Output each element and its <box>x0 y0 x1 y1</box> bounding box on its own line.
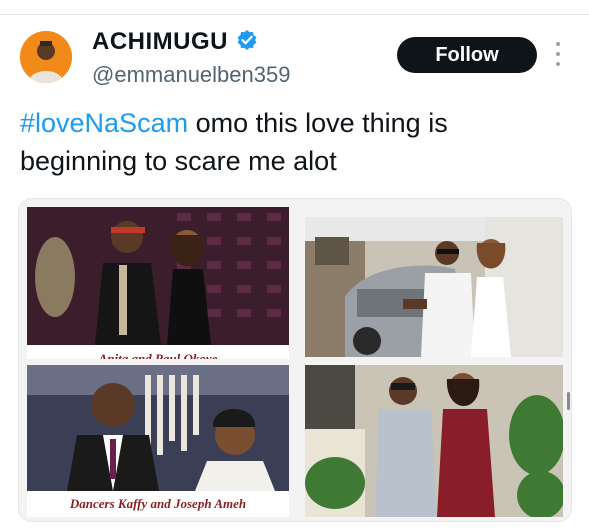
photo-bottom-right[interactable] <box>305 365 563 517</box>
hashtag-link[interactable]: #loveNaScam <box>20 108 188 138</box>
photo-bottom-left[interactable]: Dancers Kaffy and Joseph Ameh <box>27 365 289 517</box>
avatar-photo <box>20 31 72 83</box>
tweet-media-grid[interactable]: Anita and Paul Okoye Dancers Kaffy and J… <box>18 198 572 522</box>
photo-couple-red-carpet <box>27 207 289 359</box>
photo-top-right[interactable] <box>305 217 563 357</box>
photo-couple-embrace <box>305 365 563 517</box>
photo-top-left[interactable]: Anita and Paul Okoye <box>27 207 289 359</box>
caption-top-left: Anita and Paul Okoye <box>98 351 218 359</box>
author-name-row: ACHIMUGU <box>92 28 258 56</box>
author-handle[interactable]: @emmanuelben359 <box>92 62 290 88</box>
follow-button[interactable]: Follow <box>397 37 537 73</box>
top-divider <box>0 0 589 15</box>
scrollbar-thumb[interactable] <box>567 392 570 410</box>
photo-wedding-couple <box>27 365 289 517</box>
author-display-name[interactable]: ACHIMUGU <box>92 28 228 56</box>
more-options-icon[interactable] <box>551 42 565 66</box>
tweet-text: #loveNaScam omo this love thing is begin… <box>20 104 560 180</box>
avatar[interactable] <box>20 31 72 83</box>
caption-bottom-left: Dancers Kaffy and Joseph Ameh <box>69 496 247 511</box>
photo-couple-by-car <box>305 217 563 357</box>
verified-badge-icon <box>236 29 258 56</box>
